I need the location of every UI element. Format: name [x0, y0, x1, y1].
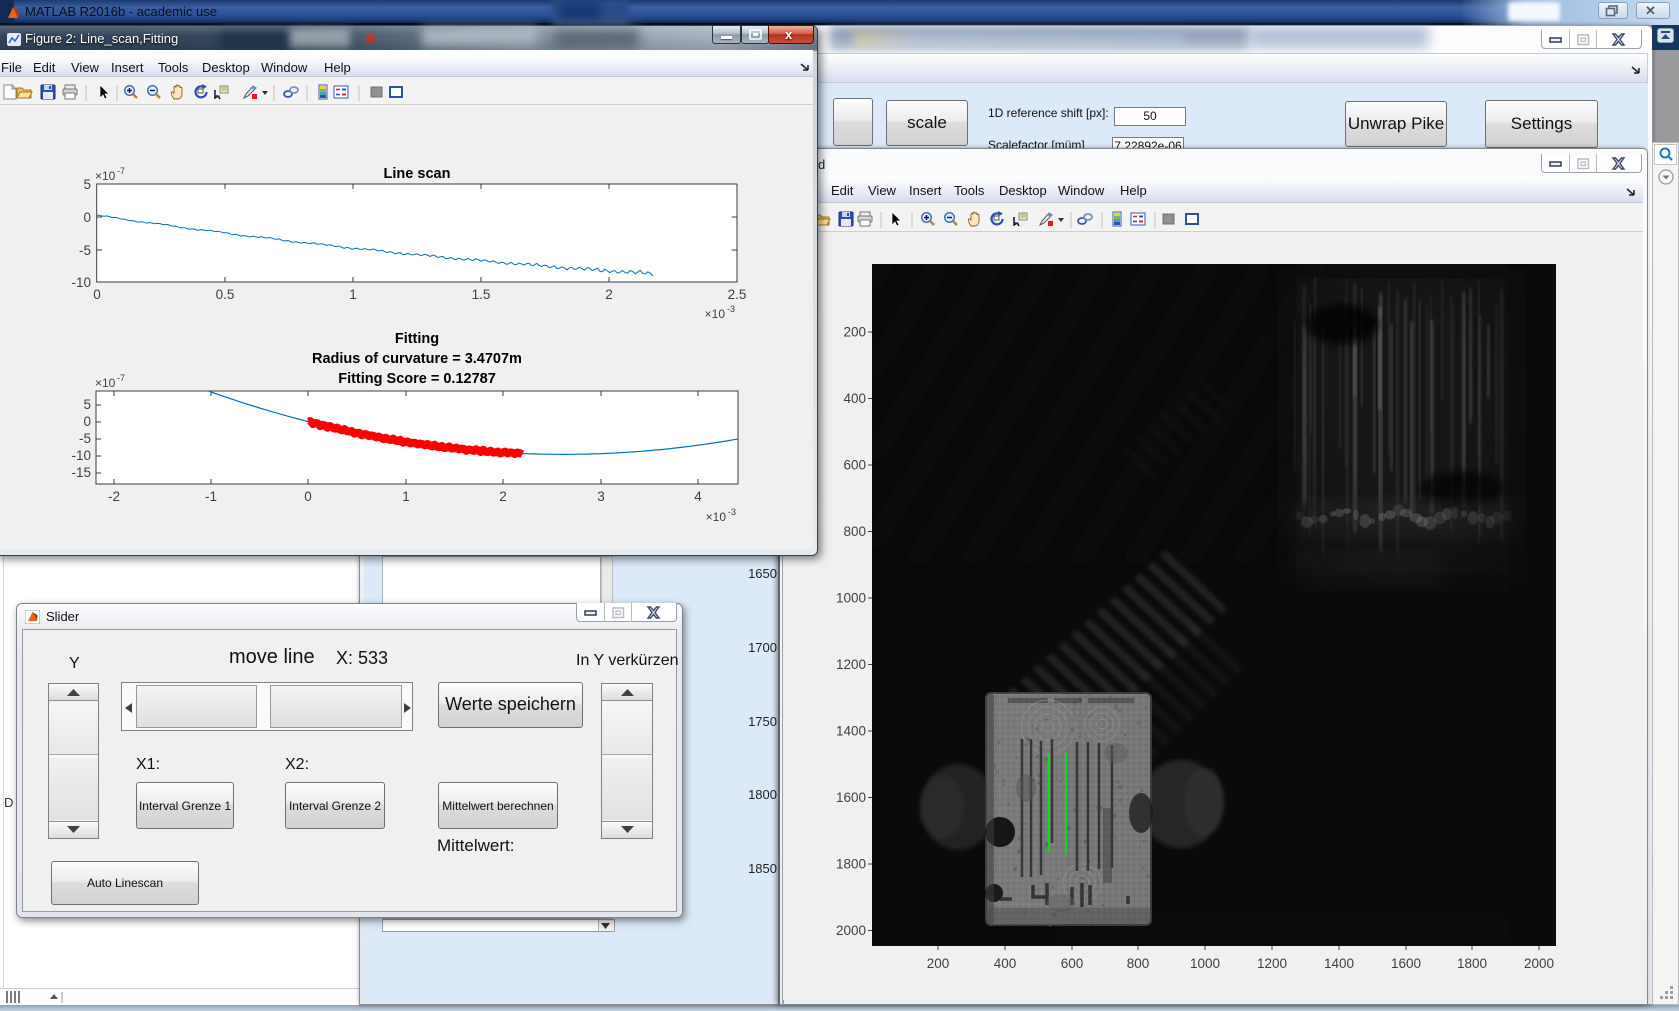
svg-text:1800: 1800 — [1457, 956, 1487, 971]
svg-text:Line scan: Line scan — [384, 166, 451, 182]
svg-text:0: 0 — [304, 489, 312, 504]
svg-text:0: 0 — [93, 287, 101, 302]
svg-text:800: 800 — [843, 524, 866, 539]
svg-text:-3: -3 — [728, 507, 736, 517]
svg-text:5: 5 — [83, 397, 91, 412]
svg-text:2: 2 — [499, 489, 507, 504]
svg-text:1400: 1400 — [836, 724, 866, 739]
svg-text:-15: -15 — [71, 465, 91, 480]
svg-text:3: 3 — [597, 489, 605, 504]
svg-text:×10: ×10 — [706, 510, 727, 524]
svg-text:800: 800 — [1127, 956, 1150, 971]
svg-text:-7: -7 — [117, 166, 125, 176]
svg-text:1200: 1200 — [1257, 956, 1287, 971]
svg-text:5: 5 — [83, 177, 91, 192]
svg-text:1600: 1600 — [1391, 956, 1421, 971]
svg-text:600: 600 — [843, 458, 866, 473]
svg-text:Fitting Score = 0.12787: Fitting Score = 0.12787 — [338, 371, 496, 387]
svg-text:2.5: 2.5 — [728, 287, 747, 302]
svg-text:×10: ×10 — [95, 169, 116, 183]
svg-text:200: 200 — [843, 325, 866, 340]
svg-text:2000: 2000 — [1524, 956, 1554, 971]
svg-text:1.5: 1.5 — [472, 287, 491, 302]
svg-text:-10: -10 — [71, 448, 91, 463]
svg-text:Fitting: Fitting — [395, 331, 439, 347]
svg-text:1200: 1200 — [836, 657, 866, 672]
svg-text:-3: -3 — [727, 304, 735, 314]
svg-text:4: 4 — [694, 489, 702, 504]
svg-text:1000: 1000 — [836, 591, 866, 606]
svg-text:×10: ×10 — [95, 376, 116, 390]
svg-text:1000: 1000 — [1190, 956, 1220, 971]
svg-text:-10: -10 — [71, 275, 91, 290]
svg-text:0: 0 — [83, 414, 91, 429]
svg-text:400: 400 — [994, 956, 1017, 971]
svg-text:1400: 1400 — [1324, 956, 1354, 971]
svg-text:0: 0 — [83, 210, 91, 225]
svg-text:400: 400 — [843, 391, 866, 406]
svg-text:2000: 2000 — [836, 923, 866, 938]
svg-text:1600: 1600 — [836, 790, 866, 805]
svg-text:1800: 1800 — [836, 857, 866, 872]
svg-text:-2: -2 — [108, 489, 120, 504]
svg-text:2: 2 — [605, 287, 613, 302]
svg-text:Radius of curvature = 3.4707m: Radius of curvature = 3.4707m — [312, 351, 522, 367]
svg-text:1: 1 — [349, 287, 357, 302]
svg-text:×10: ×10 — [705, 307, 726, 321]
svg-text:1: 1 — [402, 489, 410, 504]
svg-text:200: 200 — [927, 956, 950, 971]
svg-text:-1: -1 — [205, 489, 217, 504]
svg-text:-7: -7 — [117, 373, 125, 383]
svg-text:-5: -5 — [79, 243, 91, 258]
svg-text:600: 600 — [1061, 956, 1084, 971]
svg-text:0.5: 0.5 — [216, 287, 235, 302]
svg-text:-5: -5 — [79, 431, 91, 446]
